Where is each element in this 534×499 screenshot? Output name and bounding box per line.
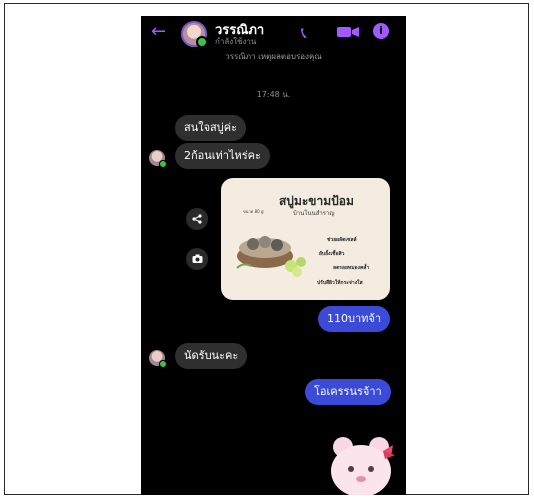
product-size-tag: ขนาด 80 g	[243, 209, 264, 214]
incoming-message[interactable]: 2ก้อนเท่าไหร่คะ	[175, 143, 270, 169]
sender-avatar[interactable]	[149, 350, 167, 368]
product-subtitle: บ้านโนนสำราญ	[293, 210, 335, 217]
video-icon[interactable]	[337, 26, 361, 38]
phone-icon[interactable]: 📞︎	[301, 23, 307, 43]
active-status: กำลังใช้งาน	[215, 37, 257, 46]
outgoing-message[interactable]: โอเครรนรจ้าา	[305, 379, 391, 405]
product-benefit: ปรับสีผิวให้กระจ่างใส	[317, 280, 363, 286]
product-benefit: ลดรอยหมองคล้ำ	[333, 265, 370, 271]
camera-icon[interactable]	[186, 248, 208, 270]
share-icon[interactable]	[186, 208, 208, 230]
message-timestamp: 17:48 น.	[256, 90, 291, 99]
incoming-message[interactable]: สนใจสบู่ค่ะ	[175, 115, 247, 141]
contact-avatar[interactable]	[181, 21, 208, 48]
info-icon[interactable]: i	[373, 23, 389, 39]
online-indicator	[159, 160, 167, 168]
messenger-chat-screen: ← วรรณิภา กำลังใช้งาน 📞︎ i วรรณิภา เหตุผ…	[141, 16, 406, 495]
back-arrow-icon[interactable]: ←	[151, 23, 166, 41]
outgoing-message[interactable]: 110บาทจ้า	[318, 306, 391, 332]
product-benefit: ช่วยผลัดเซลล์	[327, 237, 357, 243]
soap-bowl-image	[236, 236, 306, 277]
product-image-message[interactable]: สบู่มะขามป้อม บ้านโนนสำราญ ขนาด 80 g ช่ว…	[221, 178, 390, 300]
incoming-message[interactable]: นัดรับนะคะ	[175, 343, 248, 369]
online-indicator	[159, 360, 167, 368]
pink-bear-sticker[interactable]	[321, 431, 401, 495]
sender-avatar[interactable]	[149, 150, 167, 168]
product-benefit: ยับยั้งเชื้อสิว	[319, 251, 345, 257]
nickname-note: วรรณิภา เหตุผลตอบรองคุณ	[225, 52, 322, 61]
online-indicator	[196, 36, 208, 48]
